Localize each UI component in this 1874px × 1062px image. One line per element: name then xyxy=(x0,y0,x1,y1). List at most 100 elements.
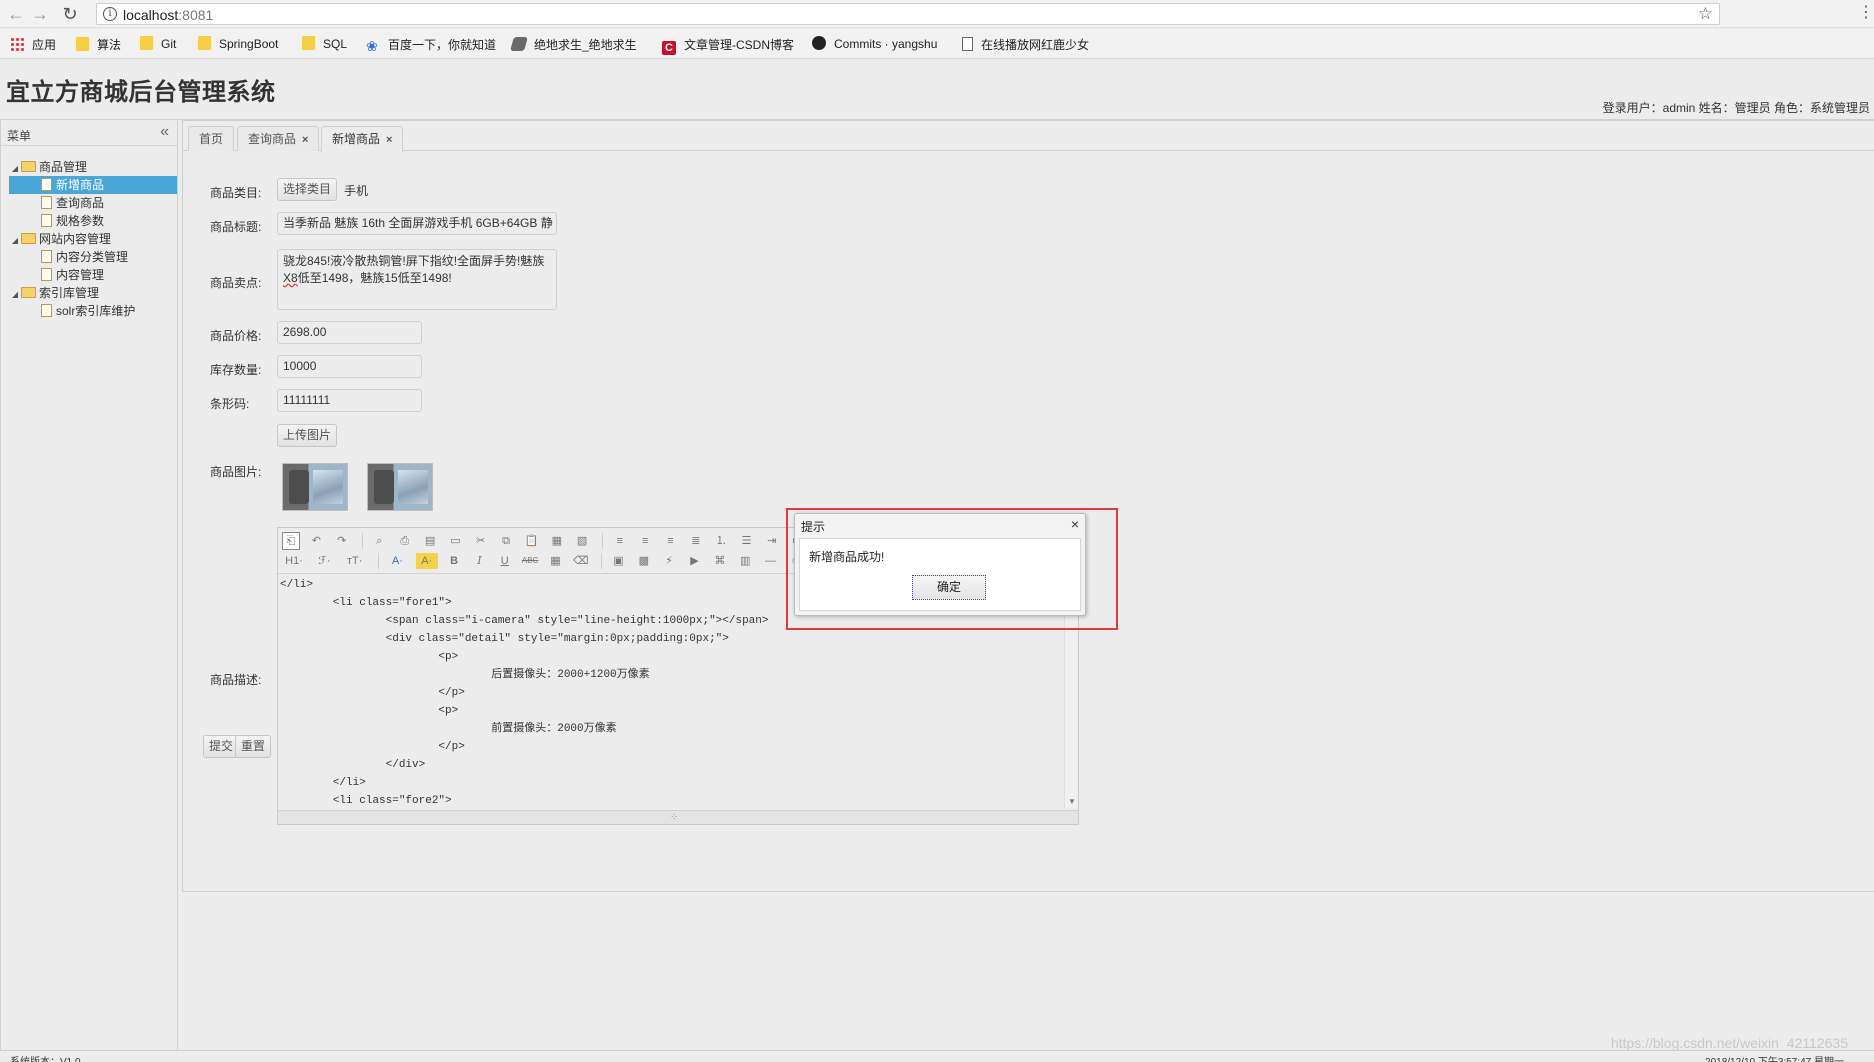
file-icon xyxy=(41,304,52,317)
submit-button[interactable]: 提交 xyxy=(203,735,240,758)
source-code-icon[interactable]: ⎗ xyxy=(282,532,300,550)
bookmark-baidu[interactable]: ❀ 百度一下，你就知道 xyxy=(366,36,496,53)
bookmark-springboot[interactable]: SpringBoot xyxy=(198,36,278,52)
back-icon[interactable]: ← xyxy=(6,4,26,24)
resize-grip-icon[interactable]: ⁘ xyxy=(670,812,678,823)
reset-button[interactable]: 重置 xyxy=(235,735,272,758)
apps-icon xyxy=(10,37,24,51)
reload-icon[interactable]: ↻ xyxy=(60,4,80,24)
close-icon[interactable]: × xyxy=(1071,516,1079,532)
bookmark-pubg[interactable]: 绝地求生_绝地求生 xyxy=(510,36,637,52)
multi-image-icon[interactable]: ▩ xyxy=(635,553,653,569)
bookmark-star-icon[interactable]: ☆ xyxy=(1698,4,1713,24)
price-input[interactable]: 2698.00 xyxy=(277,321,422,344)
app-header: 宜立方商城后台管理系统 登录用户：admin 姓名：管理员 角色：系统管理员 xyxy=(0,60,1874,120)
bookmark-csdn[interactable]: C 文章管理-CSDN博客 xyxy=(662,36,794,55)
paste-icon[interactable]: 📋 xyxy=(522,533,540,549)
browser-menu-icon[interactable]: ⋮ xyxy=(1858,4,1874,24)
sidebar-item-spec-params[interactable]: 规格参数 xyxy=(9,212,177,230)
page-icon xyxy=(962,37,973,51)
user-info: 登录用户：admin 姓名：管理员 角色：系统管理员 xyxy=(1602,101,1870,115)
close-tab-icon[interactable]: × xyxy=(302,134,308,146)
sidebar-item-add-goods[interactable]: 新增商品 xyxy=(9,176,177,194)
file-icon xyxy=(41,268,52,281)
copy-icon[interactable]: ⧉ xyxy=(497,533,515,549)
confirm-button[interactable]: 确定 xyxy=(912,575,986,600)
sidebar-item-solr[interactable]: solr索引库维护 xyxy=(9,302,177,320)
code-icon[interactable]: ▭ xyxy=(446,533,464,549)
paste-word-icon[interactable]: ▧ xyxy=(573,533,591,549)
close-tab-icon[interactable]: × xyxy=(386,134,392,146)
media-icon[interactable]: ▶ xyxy=(686,553,704,569)
url-text: localhost:8081 xyxy=(123,7,214,23)
folder-icon xyxy=(198,36,211,50)
align-justify-icon[interactable]: ≣ xyxy=(687,533,705,549)
cut-icon[interactable]: ✂ xyxy=(472,533,490,549)
image-icon[interactable]: ▣ xyxy=(609,553,627,569)
undo-icon[interactable]: ↶ xyxy=(307,533,325,549)
insert-table-icon[interactable]: ▥ xyxy=(736,553,754,569)
stock-label: 库存数量: xyxy=(210,363,262,377)
highlight-dropdown[interactable]: A· xyxy=(415,553,438,569)
sellpoint-textarea[interactable]: 骁龙845!液冷散热铜管!屏下指纹!全面屏手势!魅族 X8低至1498，魅族15… xyxy=(277,249,557,310)
table-icon[interactable]: ▦ xyxy=(546,553,564,569)
paste-text-icon[interactable]: ▦ xyxy=(548,533,566,549)
eraser-icon[interactable]: ⌫ xyxy=(572,553,590,569)
dialog-body: 新增商品成功! 确定 xyxy=(799,538,1081,611)
align-right-icon[interactable]: ≡ xyxy=(662,533,680,549)
bookmark-algorithm[interactable]: 算法 xyxy=(76,36,121,52)
tab-home[interactable]: 首页 xyxy=(188,126,235,151)
bookmark-git[interactable]: Git xyxy=(140,36,176,52)
print-icon[interactable]: ⎙ xyxy=(396,533,414,549)
upload-image-button[interactable]: 上传图片 xyxy=(277,424,338,447)
forward-icon[interactable]: → xyxy=(30,4,50,24)
heading-dropdown[interactable]: H1· xyxy=(282,553,306,569)
preview-icon[interactable]: ⌕ xyxy=(370,533,388,549)
sidebar-item-content[interactable]: 内容管理 xyxy=(9,266,177,284)
tree-group-content[interactable]: ◢ 网站内容管理 xyxy=(9,230,177,248)
bold-button[interactable]: B xyxy=(445,553,463,569)
title-label: 商品标题: xyxy=(210,220,262,234)
url-input[interactable]: i localhost:8081 ☆ xyxy=(96,3,1720,25)
barcode-input[interactable]: 11111111 xyxy=(277,389,422,412)
title-input[interactable]: 当季新品 魅族 16th 全面屏游戏手机 6GB+64GB 静 xyxy=(277,212,557,235)
horizontal-rule-icon[interactable]: ― xyxy=(762,553,780,569)
bookmark-github[interactable]: Commits · yangshu xyxy=(812,36,937,52)
sidebar-item-content-category[interactable]: 内容分类管理 xyxy=(9,248,177,266)
product-image-thumbnail[interactable] xyxy=(282,463,348,511)
status-bar: 系统版本：V1.0 2018/12/10 下午3:57:47 星期一 xyxy=(0,1050,1874,1062)
tree-group-goods[interactable]: ◢ 商品管理 xyxy=(9,158,177,176)
flash-icon[interactable]: ⚡ xyxy=(660,553,678,569)
align-center-icon[interactable]: ≡ xyxy=(636,533,654,549)
editor-resize-handle[interactable]: ⁘ xyxy=(278,810,1078,824)
scroll-down-arrow-icon[interactable]: ▼ xyxy=(1068,797,1076,806)
tree-group-index[interactable]: ◢ 索引库管理 xyxy=(9,284,177,302)
bookmark-sql[interactable]: SQL xyxy=(302,36,347,52)
sidebar-item-query-goods[interactable]: 查询商品 xyxy=(9,194,177,212)
alert-dialog: 提示 × 新增商品成功! 确定 xyxy=(794,513,1086,616)
spellcheck-word: X8 xyxy=(283,271,298,285)
indent-icon[interactable]: ⇥ xyxy=(763,533,781,549)
tab-add-goods[interactable]: 新增商品 × xyxy=(321,126,404,152)
template-icon[interactable]: ▤ xyxy=(421,533,439,549)
sellpoint-line-2: X8低至1498，魅族15低至1498! xyxy=(283,270,551,287)
tab-query-goods[interactable]: 查询商品 × xyxy=(237,126,320,151)
ordered-list-icon[interactable]: ⒈ xyxy=(712,533,730,549)
bookmark-video[interactable]: 在线播放网红鹿少女 xyxy=(962,36,1089,52)
font-family-dropdown[interactable]: ℱ· xyxy=(313,553,335,569)
collapse-sidebar-icon[interactable]: « xyxy=(160,123,169,141)
bookmark-apps[interactable]: 应用 xyxy=(10,36,56,52)
font-size-dropdown[interactable]: тT· xyxy=(343,553,367,569)
font-color-dropdown[interactable]: A· xyxy=(386,553,408,569)
align-left-icon[interactable]: ≡ xyxy=(611,533,629,549)
strikethrough-button[interactable]: ABC xyxy=(521,553,539,569)
unordered-list-icon[interactable]: ☰ xyxy=(738,533,756,549)
stock-input[interactable]: 10000 xyxy=(277,355,422,378)
select-category-button[interactable]: 选择类目 xyxy=(277,178,338,201)
product-image-thumbnail[interactable] xyxy=(367,463,433,511)
underline-button[interactable]: U xyxy=(496,553,514,569)
info-icon[interactable]: i xyxy=(103,7,117,21)
attachment-icon[interactable]: ⌘ xyxy=(711,553,729,569)
redo-icon[interactable]: ↷ xyxy=(333,533,351,549)
italic-button[interactable]: I xyxy=(470,553,488,569)
